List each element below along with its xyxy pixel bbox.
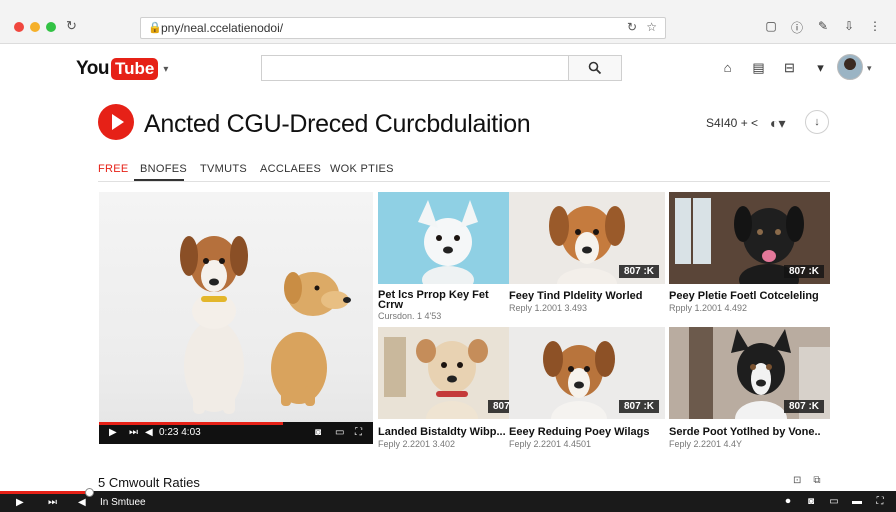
address-bar[interactable]: 🔒 pny/neal.ccelatienodoi/ ↻ ☆ [140,17,666,39]
fullscreen-icon[interactable]: ⛶ [355,427,362,438]
fullscreen-icon[interactable]: ⛶ [874,496,886,507]
next-icon[interactable]: ⏭ [129,427,138,438]
tab-bnofes[interactable]: BNOFES [140,163,187,175]
bookmark-icon[interactable]: ▢ [764,19,778,36]
video-thumbnail[interactable]: 807 :K [669,192,830,284]
home-icon[interactable]: ⌂ [720,60,735,76]
video-thumbnail[interactable]: 807 :K [669,327,830,419]
page-title: Ancted CGU-Dreced Curcbdulaition [144,110,531,138]
volume-icon[interactable]: ◀ [78,497,86,508]
tab-tvmuts[interactable]: TVMUTS [200,163,247,175]
video-meta: Feply 2.2201 3.402 [378,439,456,449]
video-title[interactable]: Serde Poot Yotlhed by Vone.. [669,426,821,438]
video-title[interactable]: Pet lcs Prrop Key Fet Crrw [378,290,498,311]
section-view-icon[interactable]: ⊡ [793,475,801,486]
minimize-window-button[interactable] [30,22,40,32]
bottom-player-bar: ▶ ⏭ ◀ In Smtuee ⏺ ◙ ▭ ▬ ⛶ [0,488,896,512]
video-thumbnail[interactable]: 807 :K [509,327,665,419]
active-tab-indicator [134,179,184,181]
tab-free[interactable]: FREE [98,163,129,175]
duration-badge: 807 :K [783,400,824,413]
search-button[interactable] [568,55,622,81]
header-icons: ⌂ ▤ ⊟ ▾ [720,60,828,76]
player-progress-bar[interactable] [99,422,283,425]
channel-row: Ancted CGU-Dreced Curcbdulaition S4I40 +… [0,100,896,152]
apps-icon[interactable]: ⊟ [782,60,797,76]
dog-image [180,236,248,414]
miniplayer-icon[interactable]: ▭ [828,496,840,507]
logo-tube-text: Tube [110,58,159,80]
main-video-player[interactable]: ▶ ⏭ ◀ 0:23 4:03 ◙ ▭ ⛶ [99,192,373,444]
upload-icon[interactable]: ▤ [751,60,766,76]
subscriber-count[interactable]: S4I40 + < [706,116,758,130]
menu-icon[interactable]: ⋮ [868,19,882,36]
video-title[interactable]: Peey Pletie Foetl Cotceleling [669,290,819,302]
play-icon[interactable]: ▶ [16,497,24,508]
reload-icon[interactable]: ↻ [66,18,77,34]
chevron-down-icon[interactable]: ▾ [867,63,872,74]
refresh-icon[interactable]: ↻ [627,20,637,34]
duration-badge: 807 :K [618,400,659,413]
video-thumbnail[interactable]: 807 :K [509,192,665,284]
chevron-down-icon[interactable]: ▾ [163,64,168,75]
autoplay-icon[interactable]: ⏺ [782,496,794,507]
video-title[interactable]: Feey Tind Pldelity Worled [509,290,642,302]
video-meta: Rpply 1.2001 4.492 [669,303,748,313]
youtube-logo[interactable]: You Tube ▾ [76,58,168,80]
settings-icon[interactable]: ▭ [335,427,344,438]
search-icon [588,61,602,75]
lock-icon: 🔒 [148,22,162,34]
bottom-progress-bar[interactable] [0,491,90,494]
close-window-button[interactable] [14,22,24,32]
video-meta: Feply 2.2201 4.4501 [509,439,592,449]
search-input[interactable] [261,55,569,81]
volume-icon[interactable]: ◀ [145,427,153,438]
player-time: 0:23 4:03 [159,427,201,438]
play-icon [111,114,124,130]
channel-tabs: FREE BNOFES TVMUTS ACCLAEES WOK PTIES [98,160,830,182]
play-icon[interactable]: ▶ [109,427,117,438]
notification-button[interactable]: ↓ [805,110,829,134]
channel-logo[interactable] [98,104,134,140]
video-meta: Cursdon. 1 4'53 [378,311,442,321]
edit-icon[interactable]: ✎ [816,19,830,36]
maximize-window-button[interactable] [46,22,56,32]
section-title: 5 Cmwoult Raties [98,475,200,490]
section-layout-icon[interactable]: ⧉ [813,475,820,486]
bell-icon[interactable]: ◐▾ [770,115,785,132]
site-header: You Tube ▾ ⌂ ▤ ⊟ ▾ ▾ [0,44,896,92]
next-icon[interactable]: ⏭ [48,497,57,508]
logo-you-text: You [76,58,109,79]
theater-icon[interactable]: ▬ [851,496,863,507]
player-controls: ▶ ⏭ ◀ 0:23 4:03 ◙ ▭ ⛶ [99,422,373,444]
download-icon[interactable]: ⇩ [842,19,856,36]
duration-badge: 807 :K [618,265,659,278]
browser-chrome: ↻ 🔒 pny/neal.ccelatienodoi/ ↻ ☆ ▢ ⓘ ✎ ⇩ … [0,0,896,44]
scrubber-handle[interactable] [84,488,94,497]
video-title[interactable]: Eeey Reduing Poey Wilags [509,426,650,438]
extension-icons: ▢ ⓘ ✎ ⇩ ⋮ [764,19,882,36]
bottom-controls-right: ⏺ ◙ ▭ ▬ ⛶ [782,496,886,507]
duration-badge: 807 :K [783,265,824,278]
captions-icon[interactable]: ◙ [315,427,321,438]
tab-wok-pties[interactable]: WOK PTIES [330,163,394,175]
video-meta: Feply 2.2201 4.4Y [669,439,743,449]
tab-acclaees[interactable]: ACCLAEES [260,163,321,175]
star-icon[interactable]: ☆ [646,20,657,34]
section-icons: ⊡ ⧉ [793,475,821,486]
puppy-image [271,272,351,406]
bottom-player-label: In Smtuee [100,497,146,508]
video-title[interactable]: Landed Bistaldty Wibp... [378,426,506,438]
url-text[interactable]: pny/neal.ccelatienodoi/ [161,21,283,35]
notifications-icon[interactable]: ▾ [813,60,828,76]
avatar[interactable] [837,54,863,80]
captions-icon[interactable]: ◙ [805,496,817,507]
info-icon[interactable]: ⓘ [790,19,804,36]
video-meta: Reply 1.2001 3.493 [509,303,588,313]
